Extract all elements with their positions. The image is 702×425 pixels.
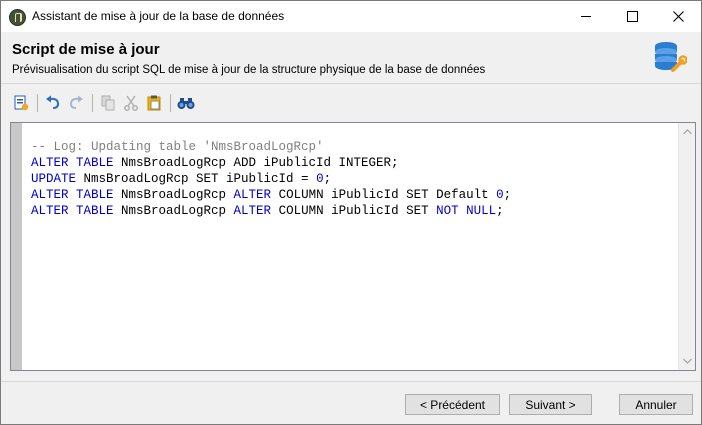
sql-keyword: 0 bbox=[316, 172, 324, 186]
wizard-window: Assistant de mise à jour de la base de d… bbox=[0, 0, 702, 425]
vertical-scrollbar[interactable] bbox=[678, 123, 695, 370]
script-line: ALTER TABLE NmsBroadLogRcp ALTER COLUMN … bbox=[31, 187, 511, 203]
editor-gutter bbox=[11, 123, 22, 370]
cut-icon bbox=[124, 95, 138, 111]
copy-icon bbox=[101, 95, 115, 110]
sql-keyword: 0 bbox=[496, 188, 504, 202]
toolbar-separator bbox=[170, 93, 171, 112]
sql-text: COLUMN iPublicId SET bbox=[271, 204, 437, 218]
maximize-button[interactable] bbox=[609, 1, 655, 32]
toolbar-separator bbox=[37, 93, 38, 112]
page-subtitle: Prévisualisation du script SQL de mise à… bbox=[12, 64, 486, 76]
scroll-down-button[interactable] bbox=[682, 356, 692, 366]
sql-text: ; bbox=[323, 172, 332, 186]
new-document-icon bbox=[14, 95, 29, 110]
title-bar[interactable]: Assistant de mise à jour de la base de d… bbox=[1, 1, 701, 32]
cut-button[interactable] bbox=[120, 92, 142, 114]
paste-icon bbox=[147, 95, 161, 110]
script-line: ALTER TABLE NmsBroadLogRcp ADD iPublicId… bbox=[31, 155, 511, 171]
copy-button[interactable] bbox=[97, 92, 119, 114]
sql-keyword: ALTER bbox=[233, 188, 272, 202]
sql-keyword: NOT NULL bbox=[436, 204, 497, 218]
sql-script-editor[interactable]: -- Log: Updating table 'NmsBroadLogRcp' A… bbox=[10, 122, 696, 371]
find-button[interactable] bbox=[175, 92, 197, 114]
editor-toolbar bbox=[10, 90, 695, 115]
header-divider bbox=[1, 83, 701, 84]
close-icon bbox=[672, 11, 684, 22]
undo-icon bbox=[46, 95, 60, 109]
sql-text: COLUMN iPublicId SET Default bbox=[271, 188, 497, 202]
script-line: ALTER TABLE NmsBroadLogRcp ALTER COLUMN … bbox=[31, 203, 511, 219]
wizard-header: Script de mise à jour Prévisualisation d… bbox=[1, 32, 701, 83]
footer-divider bbox=[1, 381, 701, 382]
new-document-button[interactable] bbox=[10, 92, 32, 114]
previous-button[interactable]: < Précédent bbox=[405, 394, 500, 415]
sql-keyword: ALTER bbox=[233, 204, 272, 218]
minimize-icon bbox=[581, 16, 591, 17]
sql-keyword: ALTER TABLE bbox=[31, 204, 114, 218]
cancel-button[interactable]: Annuler bbox=[619, 394, 693, 415]
sql-text: NmsBroadLogRcp ADD iPublicId INTEGER; bbox=[113, 156, 399, 170]
script-line: UPDATE NmsBroadLogRcp SET iPublicId = 0; bbox=[31, 171, 511, 187]
sql-text: ; bbox=[496, 204, 504, 218]
sql-text: NmsBroadLogRcp SET iPublicId = bbox=[76, 172, 317, 186]
minimize-button[interactable] bbox=[563, 1, 609, 32]
chevron-up-icon bbox=[682, 129, 692, 135]
undo-button[interactable] bbox=[42, 92, 64, 114]
chevron-down-icon bbox=[682, 358, 692, 364]
sql-keyword: UPDATE bbox=[31, 172, 77, 186]
database-wrench-icon bbox=[655, 42, 687, 72]
toolbar-separator bbox=[92, 93, 93, 112]
next-button[interactable]: Suivant > bbox=[509, 394, 592, 415]
sql-comment: -- Log: Updating table 'NmsBroadLogRcp' bbox=[31, 140, 324, 154]
sql-text: NmsBroadLogRcp bbox=[113, 188, 234, 202]
paste-button[interactable] bbox=[143, 92, 165, 114]
sql-keyword: ALTER TABLE bbox=[31, 156, 114, 170]
app-icon bbox=[9, 9, 26, 26]
sql-keyword: ALTER TABLE bbox=[31, 188, 114, 202]
redo-icon bbox=[69, 95, 83, 109]
window-title: Assistant de mise à jour de la base de d… bbox=[32, 9, 285, 23]
sql-text: NmsBroadLogRcp bbox=[113, 204, 234, 218]
scroll-up-button[interactable] bbox=[682, 127, 692, 137]
sql-text: ; bbox=[503, 188, 512, 202]
script-line: -- Log: Updating table 'NmsBroadLogRcp' bbox=[31, 139, 511, 155]
redo-button[interactable] bbox=[65, 92, 87, 114]
sql-script-text[interactable]: -- Log: Updating table 'NmsBroadLogRcp' A… bbox=[31, 139, 511, 219]
find-binoculars-icon bbox=[177, 97, 195, 109]
close-button[interactable] bbox=[655, 1, 701, 32]
page-title: Script de mise à jour bbox=[12, 41, 160, 58]
maximize-icon bbox=[626, 11, 638, 22]
